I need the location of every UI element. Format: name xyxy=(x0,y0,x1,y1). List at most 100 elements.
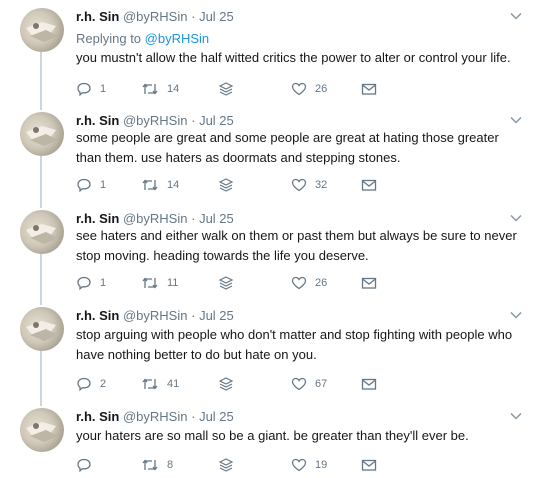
separator-dot: · xyxy=(191,9,196,24)
layers-icon xyxy=(218,276,234,290)
avatar[interactable] xyxy=(20,408,64,452)
author-name[interactable]: r.h. Sin xyxy=(76,409,119,424)
retweet-button[interactable]: 11 xyxy=(141,274,178,292)
replying-to-label: Replying to xyxy=(76,31,142,46)
timestamp[interactable]: Jul 25 xyxy=(199,113,234,128)
reply-icon xyxy=(77,178,91,193)
layers-button[interactable] xyxy=(218,274,234,292)
tweet-actions: 8 19 xyxy=(76,456,396,474)
tweet-header: r.h. Sin @byRHSin · Jul 25 xyxy=(76,8,234,26)
avatar[interactable] xyxy=(20,210,64,254)
replying-to: Replying to @byRHSin xyxy=(76,30,209,48)
layers-button[interactable] xyxy=(218,176,234,194)
chevron-down-icon[interactable] xyxy=(508,112,524,128)
tweet-actions: 1 14 32 xyxy=(76,176,396,194)
like-button[interactable]: 19 xyxy=(291,456,327,474)
author-handle[interactable]: @byRHSin xyxy=(123,113,188,128)
envelope-icon xyxy=(361,378,377,390)
heart-icon xyxy=(291,377,307,391)
author-name[interactable]: r.h. Sin xyxy=(76,211,119,226)
like-count: 19 xyxy=(315,459,328,471)
reply-button[interactable] xyxy=(76,456,100,474)
chevron-down-icon[interactable] xyxy=(508,408,524,424)
reply-button[interactable]: 1 xyxy=(76,274,106,292)
retweet-button[interactable]: 41 xyxy=(141,375,179,393)
like-count: 26 xyxy=(315,277,328,289)
like-count: 26 xyxy=(315,83,328,95)
heart-icon xyxy=(291,458,307,472)
separator-dot: · xyxy=(191,211,196,226)
separator-dot: · xyxy=(191,308,196,323)
retweet-count: 41 xyxy=(167,378,180,390)
separator-dot: · xyxy=(191,409,196,424)
envelope-icon xyxy=(361,277,377,289)
tweet-actions: 1 14 26 xyxy=(76,80,396,98)
reply-count: 1 xyxy=(100,179,107,191)
avatar[interactable] xyxy=(20,112,64,156)
separator-dot: · xyxy=(191,113,196,128)
author-handle[interactable]: @byRHSin xyxy=(123,211,188,226)
retweet-count: 11 xyxy=(167,277,179,289)
reply-count: 2 xyxy=(100,378,107,390)
like-count: 67 xyxy=(315,378,328,390)
message-button[interactable] xyxy=(361,176,377,194)
tweet-text: your haters are so mall so be a giant. b… xyxy=(76,428,469,443)
author-name[interactable]: r.h. Sin xyxy=(76,308,119,323)
like-button[interactable]: 67 xyxy=(291,375,327,393)
timestamp[interactable]: Jul 25 xyxy=(199,308,234,323)
retweet-icon xyxy=(142,378,158,390)
chevron-down-icon[interactable] xyxy=(508,307,524,323)
layers-button[interactable] xyxy=(218,80,234,98)
tweet[interactable]: r.h. Sin @byRHSin · Jul 25 see haters an… xyxy=(0,210,540,305)
replying-to-mention[interactable]: @byRHSin xyxy=(145,31,210,46)
reply-button[interactable]: 1 xyxy=(76,176,106,194)
retweet-icon xyxy=(142,83,158,95)
author-name[interactable]: r.h. Sin xyxy=(76,9,119,24)
tweet[interactable]: r.h. Sin @byRHSin · Jul 25 Replying to @… xyxy=(0,8,540,108)
timestamp[interactable]: Jul 25 xyxy=(199,409,234,424)
reply-icon xyxy=(77,458,91,473)
tweet-actions: 1 11 26 xyxy=(76,274,396,292)
chevron-down-icon[interactable] xyxy=(508,210,524,226)
tweet[interactable]: r.h. Sin @byRHSin · Jul 25 some people a… xyxy=(0,112,540,207)
retweet-icon xyxy=(142,179,158,191)
timestamp[interactable]: Jul 25 xyxy=(199,211,234,226)
message-button[interactable] xyxy=(361,274,377,292)
timestamp[interactable]: Jul 25 xyxy=(199,9,234,24)
retweet-button[interactable]: 14 xyxy=(141,176,179,194)
author-name[interactable]: r.h. Sin xyxy=(76,113,119,128)
tweet-text: stop arguing with people who don't matte… xyxy=(76,327,513,362)
tweet[interactable]: r.h. Sin @byRHSin · Jul 25 your haters a… xyxy=(0,408,540,478)
layers-button[interactable] xyxy=(218,456,234,474)
like-button[interactable]: 26 xyxy=(291,274,327,292)
author-handle[interactable]: @byRHSin xyxy=(123,308,188,323)
message-button[interactable] xyxy=(361,80,377,98)
retweet-button[interactable]: 14 xyxy=(141,80,179,98)
reply-button[interactable]: 1 xyxy=(76,80,106,98)
like-count: 32 xyxy=(315,179,328,191)
layers-icon xyxy=(218,82,234,96)
avatar[interactable] xyxy=(20,8,64,52)
chevron-down-icon[interactable] xyxy=(508,8,524,24)
retweet-icon xyxy=(142,277,158,289)
message-button[interactable] xyxy=(361,375,377,393)
author-handle[interactable]: @byRHSin xyxy=(123,9,188,24)
reply-icon xyxy=(77,276,91,291)
retweet-button[interactable]: 8 xyxy=(141,456,173,474)
author-handle[interactable]: @byRHSin xyxy=(123,409,188,424)
tweet-header: r.h. Sin @byRHSin · Jul 25 xyxy=(76,408,234,426)
avatar[interactable] xyxy=(20,307,64,351)
tweet-text: see haters and either walk on them or pa… xyxy=(76,228,517,263)
tweet[interactable]: r.h. Sin @byRHSin · Jul 25 stop arguing … xyxy=(0,307,540,404)
layers-icon xyxy=(218,458,234,472)
reply-button[interactable]: 2 xyxy=(76,375,106,393)
message-button[interactable] xyxy=(361,456,377,474)
heart-icon xyxy=(291,276,307,290)
like-button[interactable]: 26 xyxy=(291,80,327,98)
tweet-actions: 2 41 67 xyxy=(76,375,396,393)
layers-button[interactable] xyxy=(218,375,234,393)
retweet-count: 14 xyxy=(167,179,180,191)
like-button[interactable]: 32 xyxy=(291,176,327,194)
heart-icon xyxy=(291,82,307,96)
reply-icon xyxy=(77,82,91,97)
